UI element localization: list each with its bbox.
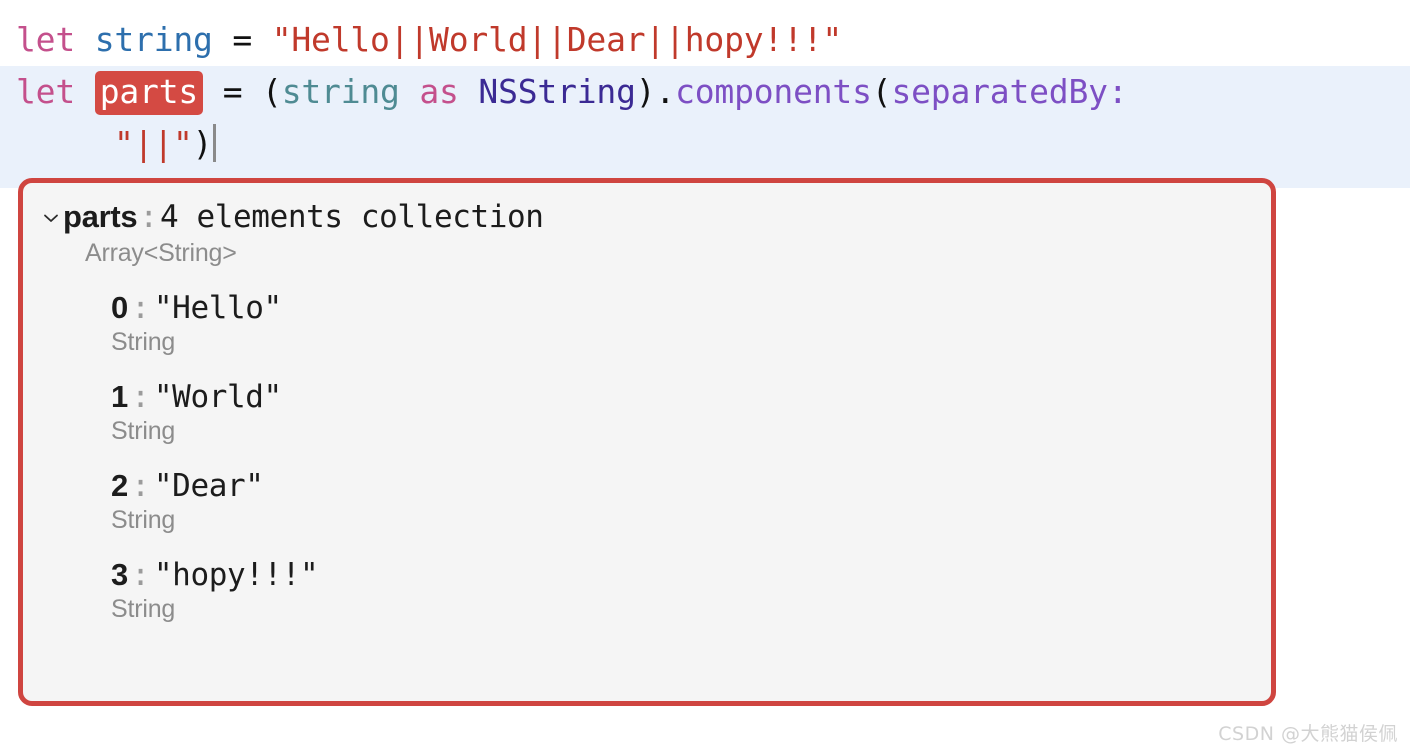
inspector-child-value: "World" [153,379,282,415]
code-token-kw: let [16,72,76,111]
inspector-child-separator: : [131,557,150,593]
code-token-kw: as [419,72,459,111]
inspector-root-type: Array<String> [85,239,237,267]
code-token-str: "Hello||World||Dear||hopy!!!" [271,20,843,59]
inspector-child-row[interactable]: 0: "Hello" String [23,290,1271,357]
code-token-plain: . [655,72,676,111]
code-token-kw: let [16,20,76,59]
code-token-var: string [281,72,400,111]
inspector-child-type: String [111,595,176,623]
code-token-plain: ( [871,72,892,111]
code-token-label: separatedBy [891,72,1108,111]
code-editor[interactable]: let string = "Hello||World||Dear||hopy!!… [0,0,1410,188]
inspector-child-value: "Dear" [153,468,264,504]
chevron-down-icon[interactable] [41,208,63,228]
inspector-root-row[interactable]: parts : 4 elements collection [23,183,1271,235]
code-token-plain: ) [192,124,213,163]
inspector-child-separator: : [131,468,150,504]
inspector-child-type: String [111,328,176,356]
inspector-child-line: 1: "World" [111,379,1271,415]
inspector-child-line: 0: "Hello" [111,290,1271,326]
code-token-type: NSString [478,72,636,111]
inspector-child-line: 3: "hopy!!!" [111,557,1271,593]
inspector-child-row[interactable]: 3: "hopy!!!" String [23,557,1271,624]
inspector-child-index: 3 [111,557,129,592]
inspector-children-list: 0: "Hello" String 1: "World" String 2: "Dear" St… [23,290,1271,624]
inspector-child-line: 2: "Dear" [111,468,1271,504]
code-token-plain: = ( [203,72,282,111]
code-token-decl: string [94,20,213,59]
code-line-2[interactable]: let parts = (string as NSString).compone… [0,66,1410,118]
inspector-child-value: "Hello" [153,290,282,326]
inspector-child-type: String [111,417,176,445]
code-lines-container[interactable]: let string = "Hello||World||Dear||hopy!!… [0,14,1410,188]
highlighted-identifier-badge[interactable]: parts [94,71,204,115]
inspector-child-index: 2 [111,468,129,503]
inspector-child-index: 0 [111,290,129,325]
inspector-root-separator: : [139,199,158,235]
code-token-plain: = [212,20,272,59]
code-line-1[interactable]: let string = "Hello||World||Dear||hopy!!… [0,14,1410,66]
code-token-label: : [1107,72,1128,111]
code-token-str: "||" [114,124,193,163]
inspector-child-row[interactable]: 1: "World" String [23,379,1271,446]
inspector-child-index: 1 [111,379,129,414]
inspector-root-summary: 4 elements collection [159,199,544,235]
code-token-plain: ) [635,72,656,111]
inspector-root-name: parts [63,199,138,234]
text-cursor [213,124,217,162]
watermark: CSDN @大熊猫侯佩 [1218,723,1398,745]
inspector-child-separator: : [131,379,150,415]
inspector-child-value: "hopy!!!" [153,557,319,593]
inspector-child-row[interactable]: 2: "Dear" String [23,468,1271,535]
inspector-child-type: String [111,506,176,534]
code-token-method: components [675,72,872,111]
variable-inspector-panel[interactable]: parts : 4 elements collection Array<Stri… [18,178,1276,706]
inspector-child-separator: : [131,290,150,326]
